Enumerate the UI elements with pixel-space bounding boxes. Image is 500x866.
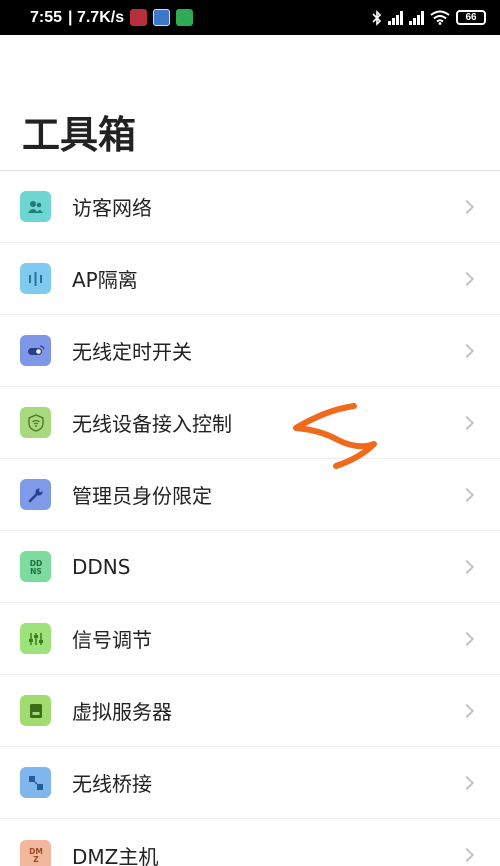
signal-hd-icon	[388, 10, 403, 25]
menu-item-label: 访客网络	[72, 196, 152, 220]
menu-item-label: 虚拟服务器	[72, 700, 172, 724]
menu-item-label: 管理员身份限定	[72, 484, 212, 508]
wifi-icon	[430, 10, 450, 25]
status-bar: 7:55 | 7.7K/s 66	[0, 0, 500, 35]
chevron-right-icon	[459, 271, 475, 286]
menu-item-label: 无线桥接	[72, 772, 152, 796]
dmz-host-icon: DM Z	[20, 839, 51, 866]
chevron-right-icon	[459, 703, 475, 718]
chevron-right-icon	[459, 199, 475, 214]
svg-text:Z: Z	[33, 855, 39, 864]
chevron-right-icon	[459, 775, 475, 790]
menu-item-ddns[interactable]: DD NS DDNS	[0, 531, 500, 603]
ap-isolation-icon	[20, 263, 51, 294]
menu-item-guest-network[interactable]: 访客网络	[0, 171, 500, 243]
menu-item-virtual-server[interactable]: 虚拟服务器	[0, 675, 500, 747]
page-title: 工具箱	[22, 113, 137, 157]
notification-app-icon	[130, 9, 148, 26]
net-speed: | 7.7K/s	[68, 8, 125, 26]
menu-item-admin-restriction[interactable]: 管理员身份限定	[0, 459, 500, 531]
chevron-right-icon	[459, 847, 475, 863]
virtual-server-icon	[20, 695, 51, 726]
menu-item-ap-isolation[interactable]: AP隔离	[0, 243, 500, 315]
status-left: 7:55 | 7.7K/s	[30, 8, 194, 27]
svg-text:NS: NS	[30, 567, 42, 576]
menu-item-label: 信号调节	[72, 628, 152, 652]
wireless-bridge-icon	[20, 767, 51, 798]
menu-item-label: DMZ主机	[72, 844, 159, 866]
signal-hd-icon	[409, 10, 424, 25]
chevron-right-icon	[459, 415, 475, 430]
admin-wrench-icon	[20, 479, 51, 510]
bluetooth-icon	[372, 9, 382, 26]
phone-app-icon	[176, 9, 194, 26]
signal-adjust-icon	[20, 623, 51, 654]
chevron-right-icon	[459, 559, 475, 574]
menu-item-wireless-bridge[interactable]: 无线桥接	[0, 747, 500, 819]
chevron-right-icon	[459, 487, 475, 502]
menu-list: 访客网络 AP隔离 无线定时开关 无线设备接入控制 管理员身份限定 DD NS …	[0, 171, 500, 866]
chevron-right-icon	[459, 631, 475, 646]
menu-item-wireless-timer[interactable]: 无线定时开关	[0, 315, 500, 387]
menu-item-label: 无线定时开关	[72, 340, 192, 364]
ddns-icon: DD NS	[20, 551, 51, 582]
menu-item-label: AP隔离	[72, 268, 138, 292]
guest-network-icon	[20, 191, 51, 222]
chevron-right-icon	[459, 343, 475, 358]
menu-item-wifi-access-control[interactable]: 无线设备接入控制	[0, 387, 500, 459]
translate-app-icon	[153, 9, 171, 26]
menu-item-signal-adjust[interactable]: 信号调节	[0, 603, 500, 675]
clock: 7:55	[30, 8, 63, 26]
wifi-access-control-icon	[20, 407, 51, 438]
status-right: 66	[372, 9, 486, 26]
menu-item-label: DDNS	[72, 554, 131, 579]
battery-icon: 66	[456, 10, 486, 25]
menu-item-dmz-host[interactable]: DM Z DMZ主机	[0, 819, 500, 866]
menu-item-label: 无线设备接入控制	[72, 412, 232, 436]
wireless-timer-toggle-icon	[20, 335, 51, 366]
hand-drawn-arrow-annotation	[293, 403, 377, 469]
